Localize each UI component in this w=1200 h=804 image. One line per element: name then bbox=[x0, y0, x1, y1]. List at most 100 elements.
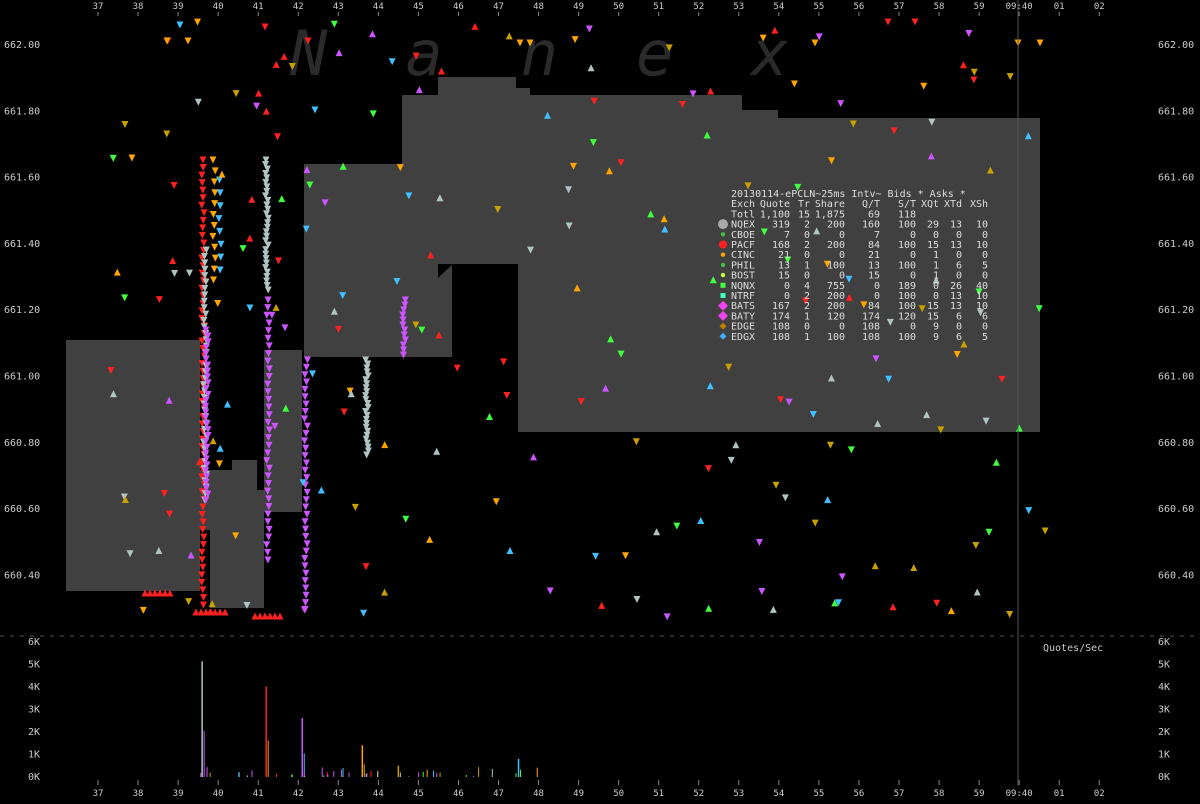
x-tick-label-bottom: 45 bbox=[413, 789, 424, 799]
x-tick-label-bottom: 43 bbox=[333, 789, 344, 799]
x-tick-label-top: 57 bbox=[894, 2, 905, 12]
stats-cell: 108 bbox=[862, 332, 880, 343]
x-tick-label-top: 48 bbox=[533, 2, 544, 12]
shaded-block bbox=[438, 77, 516, 264]
y-tick-label-right: 661.60 bbox=[1158, 173, 1194, 184]
x-tick-label-top: 40 bbox=[213, 2, 224, 12]
x-tick-label-top: 44 bbox=[373, 2, 384, 12]
volume-tick-label-left: 2K bbox=[28, 727, 40, 738]
x-tick-label-bottom: 55 bbox=[813, 789, 824, 799]
x-tick-label-bottom: 57 bbox=[894, 789, 905, 799]
y-tick-label-right: 661.00 bbox=[1158, 372, 1194, 383]
stats-header: XSh bbox=[970, 199, 988, 210]
x-tick-label-bottom: 50 bbox=[613, 789, 624, 799]
stats-header: XTd bbox=[944, 199, 962, 210]
y-tick-label-right: 660.60 bbox=[1158, 504, 1194, 515]
x-tick-label-top: 59 bbox=[974, 2, 985, 12]
y-tick-label-right: 660.40 bbox=[1158, 570, 1194, 581]
x-tick-label-top: 46 bbox=[453, 2, 464, 12]
volume-tick-label-right: 0K bbox=[1158, 772, 1170, 783]
x-tick-label-top: 52 bbox=[693, 2, 704, 12]
x-tick-label-top: 09:40 bbox=[1006, 2, 1033, 12]
x-tick-label-top: 50 bbox=[613, 2, 624, 12]
stats-cell: 108 bbox=[772, 332, 790, 343]
x-tick-label-bottom: 41 bbox=[253, 789, 264, 799]
x-tick-label-top: 56 bbox=[854, 2, 865, 12]
x-tick-label-top: 45 bbox=[413, 2, 424, 12]
legend-marker bbox=[719, 240, 727, 249]
y-tick-label-right: 661.80 bbox=[1158, 106, 1194, 117]
y-tick-label-right: 660.80 bbox=[1158, 438, 1194, 449]
volume-tick-label-right: 3K bbox=[1158, 705, 1170, 716]
stats-cell: 5 bbox=[982, 332, 988, 343]
y-tick-label-left: 661.40 bbox=[4, 239, 40, 250]
x-tick-label-top: 43 bbox=[333, 2, 344, 12]
volume-tick-label-left: 3K bbox=[28, 705, 40, 716]
x-tick-label-top: 41 bbox=[253, 2, 264, 12]
x-tick-label-bottom: 02 bbox=[1094, 789, 1105, 799]
x-tick-label-top: 49 bbox=[573, 2, 584, 12]
volume-tick-label-right: 1K bbox=[1158, 750, 1170, 761]
shaded-block bbox=[518, 264, 530, 432]
x-tick-label-top: 53 bbox=[733, 2, 744, 12]
volume-tick-label-left: 4K bbox=[28, 682, 40, 693]
shaded-block bbox=[530, 95, 742, 432]
y-tick-label-right: 661.20 bbox=[1158, 305, 1194, 316]
x-tick-label-top: 01 bbox=[1054, 2, 1065, 12]
x-tick-label-top: 02 bbox=[1094, 2, 1105, 12]
x-tick-label-top: 55 bbox=[813, 2, 824, 12]
nanex-quote-chart: Nanex 37 38 39 40 41 42 43 44 45 46 47 48 49 50 51 52 53… bbox=[0, 0, 1200, 800]
shaded-block bbox=[66, 340, 200, 591]
x-tick-label-bottom: 40 bbox=[213, 789, 224, 799]
watermark: Nanex bbox=[289, 17, 867, 90]
x-tick-label-top: 58 bbox=[934, 2, 945, 12]
x-tick-label-bottom: 37 bbox=[93, 789, 104, 799]
stats-cell: 100 bbox=[898, 332, 916, 343]
shaded-block bbox=[257, 490, 264, 608]
legend-marker bbox=[720, 232, 726, 237]
volume-tick-label-right: 2K bbox=[1158, 727, 1170, 738]
shaded-block bbox=[210, 470, 232, 608]
stats-cell: 6 bbox=[956, 332, 962, 343]
y-tick-label-left: 661.00 bbox=[4, 372, 40, 383]
x-tick-label-bottom: 01 bbox=[1054, 789, 1065, 799]
y-tick-label-left: 660.60 bbox=[4, 504, 40, 515]
y-tick-label-left: 662.00 bbox=[4, 40, 40, 51]
legend-marker bbox=[720, 293, 726, 298]
y-tick-label-left: 661.20 bbox=[4, 305, 40, 316]
x-tick-label-bottom: 49 bbox=[573, 789, 584, 799]
x-tick-label-top: 39 bbox=[173, 2, 184, 12]
x-tick-label-bottom: 52 bbox=[693, 789, 704, 799]
shaded-block bbox=[516, 88, 530, 264]
volume-tick-label-right: 6K bbox=[1158, 637, 1170, 648]
y-tick-label-left: 661.80 bbox=[4, 106, 40, 117]
y-tick-label-right: 661.40 bbox=[1158, 239, 1194, 250]
x-tick-label-top: 38 bbox=[133, 2, 144, 12]
x-tick-label-bottom: 39 bbox=[173, 789, 184, 799]
stats-header: XQt bbox=[921, 199, 939, 210]
volume-tick-label-left: 6K bbox=[28, 637, 40, 648]
x-tick-label-bottom: 59 bbox=[974, 789, 985, 799]
y-tick-label-left: 661.60 bbox=[4, 173, 40, 184]
volume-tick-label-right: 4K bbox=[1158, 682, 1170, 693]
x-tick-label-top: 37 bbox=[93, 2, 104, 12]
legend-marker bbox=[720, 272, 726, 278]
legend-marker bbox=[718, 219, 728, 230]
x-tick-label-bottom: 48 bbox=[533, 789, 544, 799]
x-tick-label-bottom: 46 bbox=[453, 789, 464, 799]
x-tick-label-bottom: 38 bbox=[133, 789, 144, 799]
x-tick-label-top: 42 bbox=[293, 2, 304, 12]
y-tick-label-left: 660.80 bbox=[4, 438, 40, 449]
volume-tick-label-right: 5K bbox=[1158, 660, 1170, 671]
x-tick-label-bottom: 09:40 bbox=[1006, 789, 1033, 799]
stats-cell: 100 bbox=[827, 332, 845, 343]
x-tick-label-bottom: 56 bbox=[854, 789, 865, 799]
x-tick-label-top: 51 bbox=[653, 2, 664, 12]
x-tick-label-bottom: 58 bbox=[934, 789, 945, 799]
x-tick-label-bottom: 42 bbox=[293, 789, 304, 799]
legend-marker bbox=[720, 252, 726, 257]
x-tick-label-bottom: 47 bbox=[493, 789, 504, 799]
shaded-block bbox=[370, 164, 402, 357]
x-tick-label-bottom: 53 bbox=[733, 789, 744, 799]
x-tick-label-bottom: 44 bbox=[373, 789, 384, 799]
